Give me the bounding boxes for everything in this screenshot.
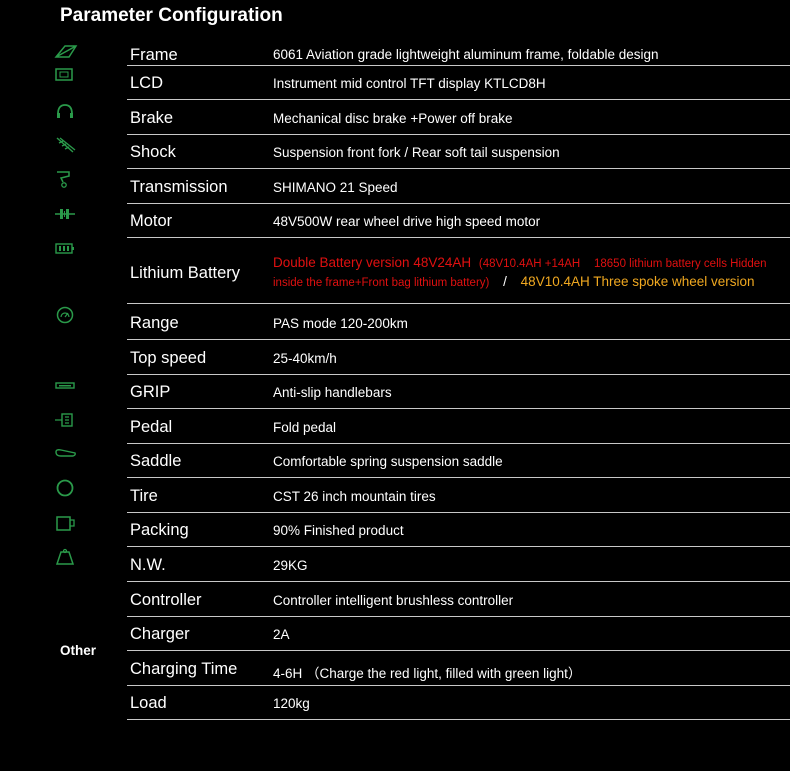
divider xyxy=(127,546,790,547)
divider xyxy=(127,581,790,582)
row-value-tire: CST 26 inch mountain tires xyxy=(273,489,436,504)
divider xyxy=(127,134,790,135)
row-label-grip: GRIP xyxy=(130,383,171,401)
battery-separator: / xyxy=(503,274,507,289)
speedometer-icon xyxy=(53,306,79,324)
divider xyxy=(127,65,790,66)
row-label-lithium-battery: Lithium Battery xyxy=(130,264,241,282)
row-value-charging-time: 4-6H （Charge the red light, filled with … xyxy=(273,666,582,681)
lcd-icon xyxy=(53,66,79,84)
battery-double-spec: (48V10.4AH +14AH xyxy=(478,258,581,270)
row-value-saddle: Comfortable spring suspension saddle xyxy=(273,454,503,469)
row-label-saddle: Saddle xyxy=(130,452,182,470)
divider xyxy=(127,685,790,686)
row-value-top-speed: 25-40km/h xyxy=(273,351,337,366)
row-value-packing: 90% Finished product xyxy=(273,523,404,538)
row-label-controller: Controller xyxy=(130,591,202,609)
battery-icon xyxy=(53,240,79,258)
divider xyxy=(127,616,790,617)
row-label-frame: Frame xyxy=(130,46,178,64)
row-value-lithium-battery-line2: inside the frame+Front bag lithium batte… xyxy=(273,274,755,289)
motor-icon xyxy=(53,205,79,223)
page-title: Parameter Configuration xyxy=(60,5,283,26)
row-value-controller: Controller intelligent brushless control… xyxy=(273,593,514,608)
weight-icon xyxy=(53,548,79,566)
row-label-charger: Charger xyxy=(130,625,190,643)
packing-icon xyxy=(53,514,79,532)
divider xyxy=(127,374,790,375)
row-label-tire: Tire xyxy=(130,487,158,505)
divider xyxy=(127,719,790,720)
row-value-nw: 29KG xyxy=(273,558,308,573)
row-label-nw: N.W. xyxy=(130,556,166,574)
divider xyxy=(127,303,790,304)
row-label-transmission: Transmission xyxy=(130,178,228,196)
row-value-motor: 48V500W rear wheel drive high speed moto… xyxy=(273,214,541,229)
battery-cells-note: 18650 lithium battery cells Hidden xyxy=(593,258,767,270)
row-value-brake: Mechanical disc brake +Power off brake xyxy=(273,111,513,126)
row-value-grip: Anti-slip handlebars xyxy=(273,385,392,400)
shock-icon xyxy=(53,136,79,154)
row-value-charger: 2A xyxy=(273,627,290,642)
divider xyxy=(127,512,790,513)
divider xyxy=(127,237,790,238)
row-label-charging-time: Charging Time xyxy=(130,660,238,678)
row-value-lcd: Instrument mid control TFT display KTLCD… xyxy=(273,76,546,91)
row-label-lcd: LCD xyxy=(130,74,164,92)
row-value-pedal: Fold pedal xyxy=(273,420,337,435)
pedal-icon xyxy=(53,411,79,429)
row-label-load: Load xyxy=(130,694,167,712)
row-label-brake: Brake xyxy=(130,109,174,127)
row-label-range: Range xyxy=(130,314,179,332)
divider xyxy=(127,203,790,204)
row-value-shock: Suspension front fork / Rear soft tail s… xyxy=(273,145,560,160)
row-value-load: 120kg xyxy=(273,696,310,711)
battery-single-version: 48V10.4AH Three spoke wheel version xyxy=(520,274,755,289)
battery-double-version: Double Battery version 48V24AH xyxy=(273,255,472,270)
transmission-icon xyxy=(53,170,79,188)
divider xyxy=(127,650,790,651)
tire-icon xyxy=(53,479,79,497)
row-value-lithium-battery-line1: Double Battery version 48V24AH (48V10.4A… xyxy=(273,255,767,270)
row-label-top-speed: Top speed xyxy=(130,349,207,367)
row-label-packing: Packing xyxy=(130,521,189,539)
brake-icon xyxy=(53,102,79,120)
divider xyxy=(127,408,790,409)
row-label-shock: Shock xyxy=(130,143,176,161)
frame-icon xyxy=(53,42,79,60)
other-group-label: Other xyxy=(60,643,97,658)
divider xyxy=(127,99,790,100)
row-value-transmission: SHIMANO 21 Speed xyxy=(273,180,398,195)
divider xyxy=(127,168,790,169)
divider xyxy=(127,477,790,478)
divider xyxy=(127,443,790,444)
divider xyxy=(127,339,790,340)
row-label-motor: Motor xyxy=(130,212,173,230)
row-value-range: PAS mode 120-200km xyxy=(273,316,408,331)
battery-hidden-note: inside the frame+Front bag lithium batte… xyxy=(273,277,490,289)
grip-icon xyxy=(53,377,79,395)
row-label-pedal: Pedal xyxy=(130,418,173,436)
row-value-frame: 6061 Aviation grade lightweight aluminum… xyxy=(273,47,659,62)
saddle-icon xyxy=(53,446,79,464)
